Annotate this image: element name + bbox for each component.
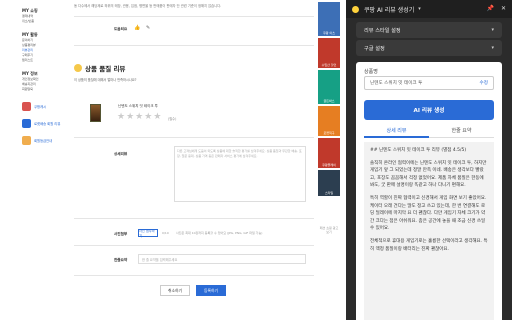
tab-one-line-summary[interactable]: 한줄 요약: [429, 124, 494, 138]
rocket-icon: [22, 119, 31, 128]
ad-banner[interactable]: 골든박스: [318, 70, 340, 104]
photo-count: 0/10: [162, 231, 169, 235]
review-section-title: 상품 품질 리뷰: [74, 63, 125, 73]
star-icon[interactable]: ★: [135, 113, 143, 122]
review-style-select-label: 리뷰 스타일 설정: [364, 27, 401, 34]
star-icon[interactable]: ★: [144, 113, 152, 122]
ad-banner[interactable]: 로켓직구: [318, 106, 340, 136]
review-form: 동 다수에서 해당제로 하위의 매장, 관용, 입점, 평면을 등 판매품이 판…: [74, 0, 314, 320]
cancel-button[interactable]: 취소하기: [160, 285, 190, 296]
nav-group-shopping: MY 쇼핑 결제내역 취소/반품: [22, 8, 72, 24]
nav-card-grade[interactable]: 회원등급안내: [22, 136, 72, 145]
panel-title: 쿠팡 AI 리뷰 생성기: [364, 6, 415, 14]
comment-icon[interactable]: ✎: [146, 25, 150, 31]
ad-rail: 쿠팡 이츠 수입산 할인 골든박스 로켓직구 쿠팡플레이 스타일 패션 쇼핑 광…: [318, 0, 340, 320]
product-name-label: 상품명: [364, 69, 378, 75]
screen: MY 쇼핑 결제내역 취소/반품 MY 활동 문의하기 상품평리뷰 리뷰관리 구…: [0, 0, 512, 320]
nav-card-label: 로켓배송 회원 리뷰: [34, 122, 61, 126]
divider: [74, 245, 314, 246]
generate-review-button[interactable]: AI 리뷰 생성: [364, 100, 494, 120]
product-thumbnail: [90, 104, 101, 122]
review-paragraph: 솔직히 온라인 협력이에는 닌텐도 스위치 잇 테이크 투, 하지만 게임기 앞…: [370, 160, 487, 189]
review-paragraph: 전체적으로 휴대용 게임기로는 훌륭한 선택이라고 생각해요. 특히 액정 품질…: [370, 238, 488, 252]
submit-button[interactable]: 등록하기: [196, 285, 226, 296]
chevron-down-icon: ▾: [491, 27, 494, 33]
divider: [74, 218, 314, 219]
nav-card-rocket[interactable]: 로켓배송 회원 리뷰: [22, 119, 72, 128]
review-page: MY 쇼핑 결제내역 취소/반품 MY 활동 문의하기 상품평리뷰 리뷰관리 구…: [0, 0, 362, 320]
ad-note: 패션 쇼핑 광고 보기: [319, 226, 339, 234]
review-paragraph: ## 닌텐도 스위치 잇 테이크 투 리뷰 (별점 4.5/5): [370, 148, 467, 153]
star-rating[interactable]: ★ ★ ★ ★ ★: [117, 113, 161, 122]
detail-label: 상세리뷰: [114, 152, 128, 156]
grade-icon: [22, 136, 31, 145]
chevron-down-icon[interactable]: ▾: [418, 6, 421, 12]
tab-detail-review[interactable]: 상세 리뷰: [364, 124, 429, 138]
star-icon[interactable]: ★: [153, 113, 161, 122]
rating-required-note: (필수): [168, 117, 177, 121]
nav-group-info: MY 정보 개인정보확인 배송지관리 회원탈퇴: [22, 71, 72, 92]
product-name-field[interactable]: 닌텐도 스위치 잇 테이크 투 수정: [364, 76, 494, 90]
thumbs-up-icon[interactable]: 👍: [134, 25, 140, 31]
length-select[interactable]: 구글 설정 ▾: [356, 40, 502, 56]
notice-text: 동 다수에서 해당제로 하위의 매장, 관용, 입점, 평면을 등 판매품이 판…: [74, 4, 222, 8]
panel-toolbar: 📌 ✕: [486, 5, 506, 12]
product-name-value: 닌텐도 스위치 잇 테이크 투: [370, 81, 423, 86]
nav-group-activity: MY 활동 문의하기 상품평리뷰 리뷰관리 구매후기 찜리스트: [22, 32, 72, 63]
review-paragraph: 특히 역할이 진짜 협력이고 신경해서 게임 화면 보기 좋았어요. 케이터 오…: [370, 195, 487, 232]
product-name: 닌텐도 스위치 잇 테이크 투: [118, 104, 158, 108]
photo-label: 사진첨부: [114, 232, 128, 236]
star-icon[interactable]: ★: [117, 113, 125, 122]
divider: [74, 16, 314, 17]
helpful-label: 도움되요: [114, 27, 128, 31]
smile-icon: [74, 64, 82, 72]
nav-card-cash[interactable]: 쿠팡캐시: [22, 102, 72, 111]
ad-banner[interactable]: 쿠팡플레이: [318, 138, 340, 168]
ai-review-panel: 쿠팡 AI 리뷰 생성기 ▾ 📌 ✕ 리뷰 스타일 설정 ▾ 구글 설정 ▾ 상…: [346, 0, 512, 320]
ad-banner[interactable]: 수입산 할인: [318, 38, 340, 68]
ad-banner[interactable]: 쿠팡 이츠: [318, 2, 340, 36]
nav-cards: 쿠팡캐시 로켓배송 회원 리뷰 회원등급안내: [22, 102, 72, 145]
mypage-sidebar: MY 쇼핑 결제내역 취소/반품 MY 활동 문의하기 상품평리뷰 리뷰관리 구…: [22, 0, 72, 320]
extension-logo-icon: [352, 5, 359, 13]
edit-product-link[interactable]: 수정: [480, 80, 488, 86]
nav-link-withdraw[interactable]: 회원탈퇴: [22, 87, 72, 92]
cash-icon: [22, 102, 31, 111]
nav-card-label: 회원등급안내: [34, 139, 53, 143]
summary-label: 한줄요약: [114, 258, 128, 262]
result-tabs: 상세 리뷰 한줄 요약: [364, 124, 494, 138]
detail-review-textarea[interactable]: 다른 고객님에게 도움이 되도록 상품에 대한 솔직한 평가를 남겨주세요. 상…: [174, 146, 306, 202]
divider: [74, 275, 314, 276]
photo-upload-button[interactable]: 사진 첨부하기: [138, 229, 158, 238]
divider: [74, 137, 314, 138]
generated-review-text: ## 닌텐도 스위치 잇 테이크 투 리뷰 (별점 4.5/5) 솔직히 온라인…: [364, 142, 494, 320]
pin-icon[interactable]: 📌: [486, 5, 493, 12]
review-style-select[interactable]: 리뷰 스타일 설정 ▾: [356, 22, 502, 38]
review-section-title-text: 상품 품질 리뷰: [85, 65, 126, 73]
ad-banner[interactable]: 스타일: [318, 170, 340, 196]
summary-input[interactable]: 한 줄 요약을 입력해주세요: [138, 254, 306, 264]
divider: [74, 45, 314, 46]
panel-topbar: 쿠팡 AI 리뷰 생성기 ▾ 📌 ✕: [346, 0, 512, 18]
nav-link-cancel[interactable]: 취소/반품: [22, 19, 72, 24]
nav-card-label: 쿠팡캐시: [34, 105, 47, 109]
chevron-down-icon: ▾: [491, 45, 494, 51]
review-section-sub: 이 상품의 품질에 대해서 얼마나 만족하시나요?: [74, 78, 137, 82]
photo-note: 사진은 최대 10장까지 등록할 수 있어요 (JPG, PNG, GIF 파일…: [176, 231, 263, 235]
length-select-label: 구글 설정: [364, 45, 385, 52]
panel-body: 상품명 닌텐도 스위치 잇 테이크 투 수정 AI 리뷰 생성 상세 리뷰 한줄…: [356, 62, 502, 320]
close-icon[interactable]: ✕: [501, 5, 506, 12]
star-icon[interactable]: ★: [126, 113, 134, 122]
nav-link-wishlist[interactable]: 찜리스트: [22, 58, 72, 63]
